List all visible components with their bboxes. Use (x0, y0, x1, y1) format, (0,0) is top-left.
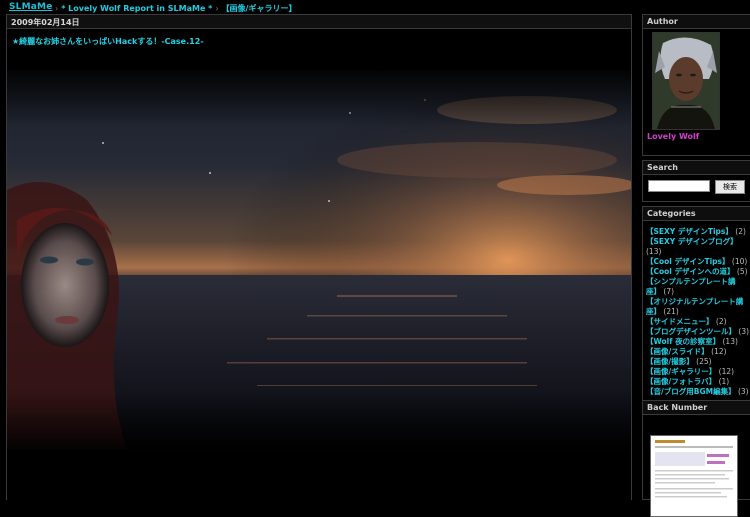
backnumber-heading: Back Number (643, 401, 750, 415)
categories-heading: Categories (643, 207, 750, 221)
category-count: (13) (646, 247, 662, 256)
breadcrumb-separator: › (215, 4, 219, 13)
backnumber-thumbnail[interactable] (650, 435, 738, 517)
breadcrumb-link-blog[interactable]: * Lovely Wolf Report in SLMaMe * (61, 4, 212, 13)
category-count: (12) (718, 367, 735, 376)
category-link[interactable]: 【ブログデザインツール】 (646, 327, 736, 336)
category-item: 【シンプルテンプレート講座】 (7) (646, 277, 750, 297)
category-count: (25) (696, 357, 712, 366)
category-link[interactable]: 【SEXY デザインブログ】 (646, 237, 738, 246)
site-logo[interactable]: SLMaMe (9, 2, 53, 12)
breadcrumb: › * Lovely Wolf Report in SLMaMe * › 【画像/ギャ… (52, 3, 296, 14)
breadcrumb-separator: › (55, 4, 59, 13)
category-item: 【SEXY デザインブログ】 (13) (646, 237, 750, 257)
author-heading: Author (643, 15, 750, 29)
category-count: (7) (663, 287, 675, 296)
category-count: (5) (736, 267, 748, 276)
category-link[interactable]: 【Cool デザインTips】 (646, 257, 730, 266)
category-item: 【Cool デザインTips】 (10) (646, 257, 750, 267)
category-link[interactable]: 【Wolf 夜の診察室】 (646, 337, 720, 346)
post-title-link[interactable]: ★綺麗なお姉さんをいっぱいHackする！-Case.12- (12, 36, 204, 47)
search-input[interactable] (648, 180, 710, 192)
category-count: (13) (722, 337, 738, 346)
category-count: (3) (737, 387, 749, 396)
author-name-link[interactable]: Lovely Wolf (647, 132, 699, 141)
post-image (7, 70, 631, 450)
main-content: 2009年02月14日 ★綺麗なお姉さんをいっぱいHackする！-Case.12… (6, 14, 632, 500)
category-link[interactable]: 【画像/フォトラバ】 (646, 377, 716, 386)
category-link[interactable]: 【画像/スライド】 (646, 347, 709, 356)
category-link[interactable]: 【SEXY デザインTips】 (646, 227, 733, 236)
search-button[interactable]: 検索 (715, 180, 745, 194)
category-count: (2) (715, 317, 727, 326)
category-link[interactable]: 【画像/撮影】 (646, 357, 694, 366)
category-item: 【ブログデザインツール】 (3) (646, 327, 750, 337)
category-count: (3) (738, 327, 750, 336)
category-count: (12) (711, 347, 727, 356)
category-count: (2) (735, 227, 746, 236)
categories-list: 【SEXY デザインTips】 (2) 【SEXY デザインブログ】 (13) … (646, 227, 750, 397)
category-link[interactable]: 【画像/ギャラリー】 (646, 367, 716, 376)
breadcrumb-link-category[interactable]: 【画像/ギャラリー】 (222, 4, 297, 13)
category-item: 【画像/フォトラバ】 (1) (646, 377, 750, 387)
post-date: 2009年02月14日 (7, 15, 631, 29)
category-item: 【オリジナルテンプレート講座】 (21) (646, 297, 750, 317)
category-item: 【サイドメニュー】 (2) (646, 317, 750, 327)
category-link[interactable]: 【オリジナルテンプレート講座】 (646, 297, 743, 316)
category-count: (10) (731, 257, 748, 266)
category-count: (21) (663, 307, 679, 316)
category-item: 【画像/ギャラリー】 (12) (646, 367, 750, 377)
category-link[interactable]: 【サイドメニュー】 (646, 317, 714, 326)
category-link[interactable]: 【Cool デザインへの道】 (646, 267, 735, 276)
category-item: 【Cool デザインへの道】 (5) (646, 267, 750, 277)
category-link[interactable]: 【音/ブログ用BGM編集】 (646, 387, 736, 396)
category-item: 【音/ブログ用BGM編集】 (3) (646, 387, 750, 397)
category-item: 【画像/撮影】 (25) (646, 357, 750, 367)
category-count: (1) (718, 377, 730, 386)
category-item: 【Wolf 夜の診察室】 (13) (646, 337, 750, 347)
category-item: 【SEXY デザインTips】 (2) (646, 227, 750, 237)
search-heading: Search (643, 161, 750, 175)
author-avatar[interactable] (652, 32, 720, 130)
category-item: 【画像/スライド】 (12) (646, 347, 750, 357)
category-link[interactable]: 【シンプルテンプレート講座】 (646, 277, 736, 296)
top-bar: SLMaMe › * Lovely Wolf Report in SLMaMe *… (0, 0, 750, 14)
